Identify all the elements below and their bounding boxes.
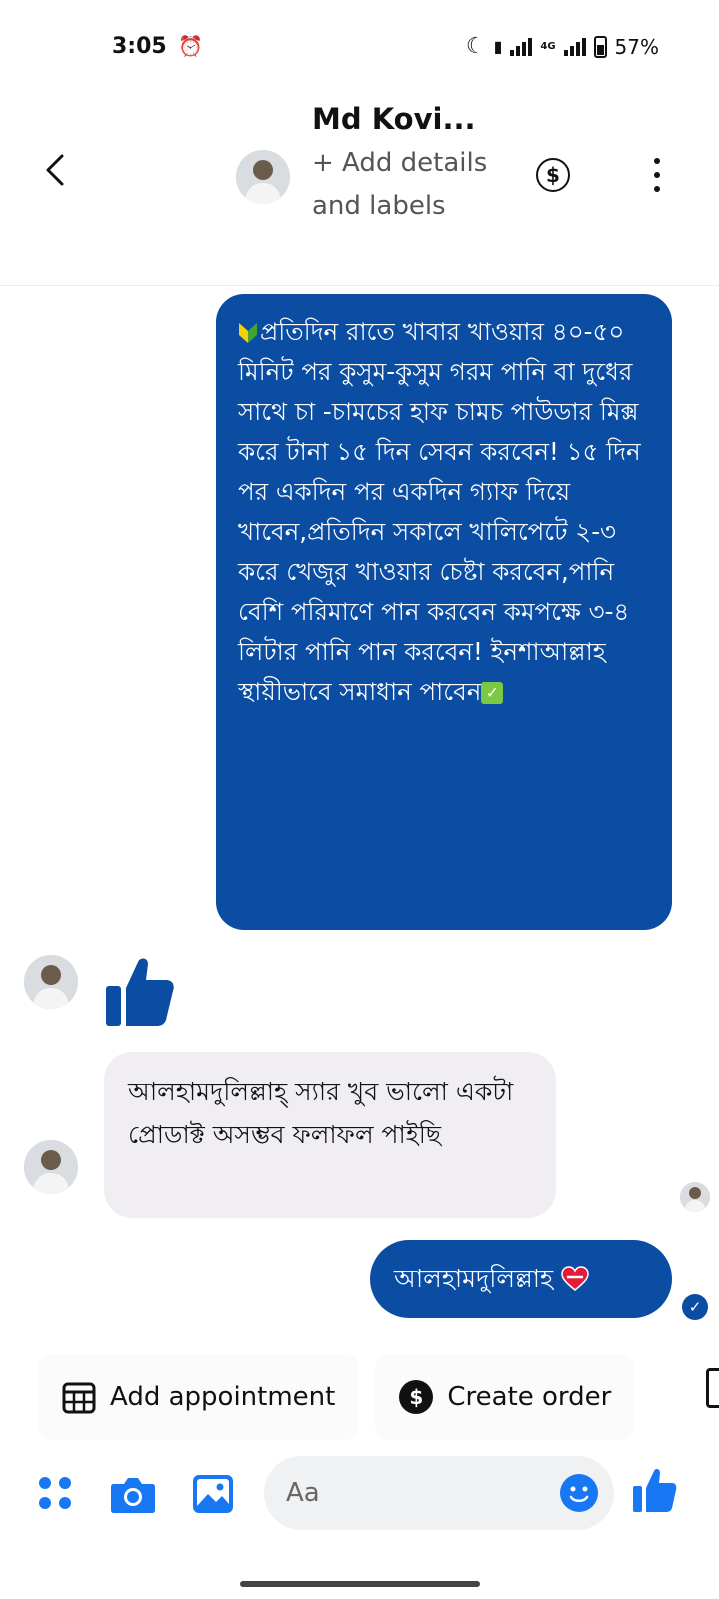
create-order-button[interactable]: $ Create order bbox=[375, 1354, 636, 1440]
message-text: আলহামদুলিল্লাহ bbox=[394, 1264, 554, 1293]
status-bar: 3:05 ⏰ ☾ ▮ 4G 57% bbox=[0, 0, 719, 90]
gallery-icon[interactable] bbox=[192, 1474, 234, 1514]
delivered-check-icon: ✓ bbox=[682, 1294, 708, 1320]
more-options-button[interactable] bbox=[650, 158, 664, 192]
beginner-leaf-icon bbox=[239, 323, 257, 343]
do-not-disturb-icon: ☾ bbox=[465, 34, 486, 59]
thumbs-up-icon[interactable] bbox=[104, 954, 176, 1030]
dollar-icon: $ bbox=[399, 1380, 434, 1414]
status-icons: ☾ ▮ 4G 57% bbox=[466, 34, 659, 59]
vibrate-icon: ▮ bbox=[493, 37, 503, 56]
more-actions-chip[interactable] bbox=[706, 1368, 719, 1408]
message-input-pill[interactable] bbox=[264, 1456, 614, 1530]
home-indicator[interactable] bbox=[240, 1581, 480, 1587]
network-type: 4G bbox=[540, 41, 556, 52]
signal-icon bbox=[510, 37, 533, 56]
back-button[interactable] bbox=[40, 150, 80, 200]
outgoing-message-bubble[interactable]: আলহামদুলিল্লাহ bbox=[370, 1240, 672, 1318]
message-input[interactable] bbox=[286, 1478, 536, 1508]
read-receipt-avatar bbox=[680, 1182, 710, 1212]
contact-avatar[interactable] bbox=[236, 150, 290, 204]
more-dot bbox=[654, 158, 660, 164]
more-dot bbox=[654, 186, 660, 192]
battery-level: 57% bbox=[614, 34, 659, 59]
battery-icon bbox=[593, 35, 607, 58]
camera-icon[interactable] bbox=[110, 1474, 156, 1514]
apps-menu-icon[interactable] bbox=[36, 1474, 74, 1512]
conversation-header: Md Kovi... + Add details and labels $ bbox=[0, 90, 719, 286]
outgoing-message-bubble[interactable]: প্রতিদিন রাতে খাবার খাওয়ার ৪০-৫০ মিনিট … bbox=[216, 294, 672, 930]
chevron-left-icon bbox=[46, 154, 64, 186]
message-text: প্রতিদিন রাতে খাবার খাওয়ার ৪০-৫০ মিনিট … bbox=[238, 317, 641, 706]
contact-name[interactable]: Md Kovi... bbox=[312, 102, 476, 136]
sender-avatar[interactable] bbox=[24, 955, 78, 1009]
incoming-message-bubble[interactable]: আলহামদুলিল্লাহ্ স্যার খুব ভালো একটা প্রো… bbox=[104, 1052, 556, 1218]
heart-emoji-icon bbox=[561, 1266, 589, 1291]
message-text: আলহামদুলিল্লাহ্ স্যার খুব ভালো একটা প্রো… bbox=[128, 1077, 514, 1149]
check-mark-icon: ✓ bbox=[481, 682, 504, 704]
add-appointment-label: Add appointment bbox=[110, 1382, 336, 1412]
dollar-icon: $ bbox=[546, 163, 560, 187]
sender-avatar[interactable] bbox=[24, 1140, 78, 1194]
quick-actions-bar: Add appointment $ Create order bbox=[38, 1354, 636, 1440]
more-dot bbox=[654, 172, 660, 178]
status-time: 3:05 bbox=[112, 34, 167, 59]
send-like-icon[interactable] bbox=[632, 1466, 678, 1514]
emoji-icon[interactable] bbox=[560, 1474, 598, 1512]
alarm-icon: ⏰ bbox=[178, 34, 203, 58]
add-details-link[interactable]: + Add details and labels bbox=[312, 142, 492, 228]
signal-icon-2 bbox=[563, 37, 586, 56]
payment-button[interactable]: $ bbox=[536, 158, 570, 192]
create-order-label: Create order bbox=[447, 1382, 612, 1412]
add-appointment-button[interactable]: Add appointment bbox=[38, 1354, 360, 1440]
calendar-icon bbox=[62, 1380, 96, 1414]
message-composer bbox=[0, 1448, 719, 1548]
